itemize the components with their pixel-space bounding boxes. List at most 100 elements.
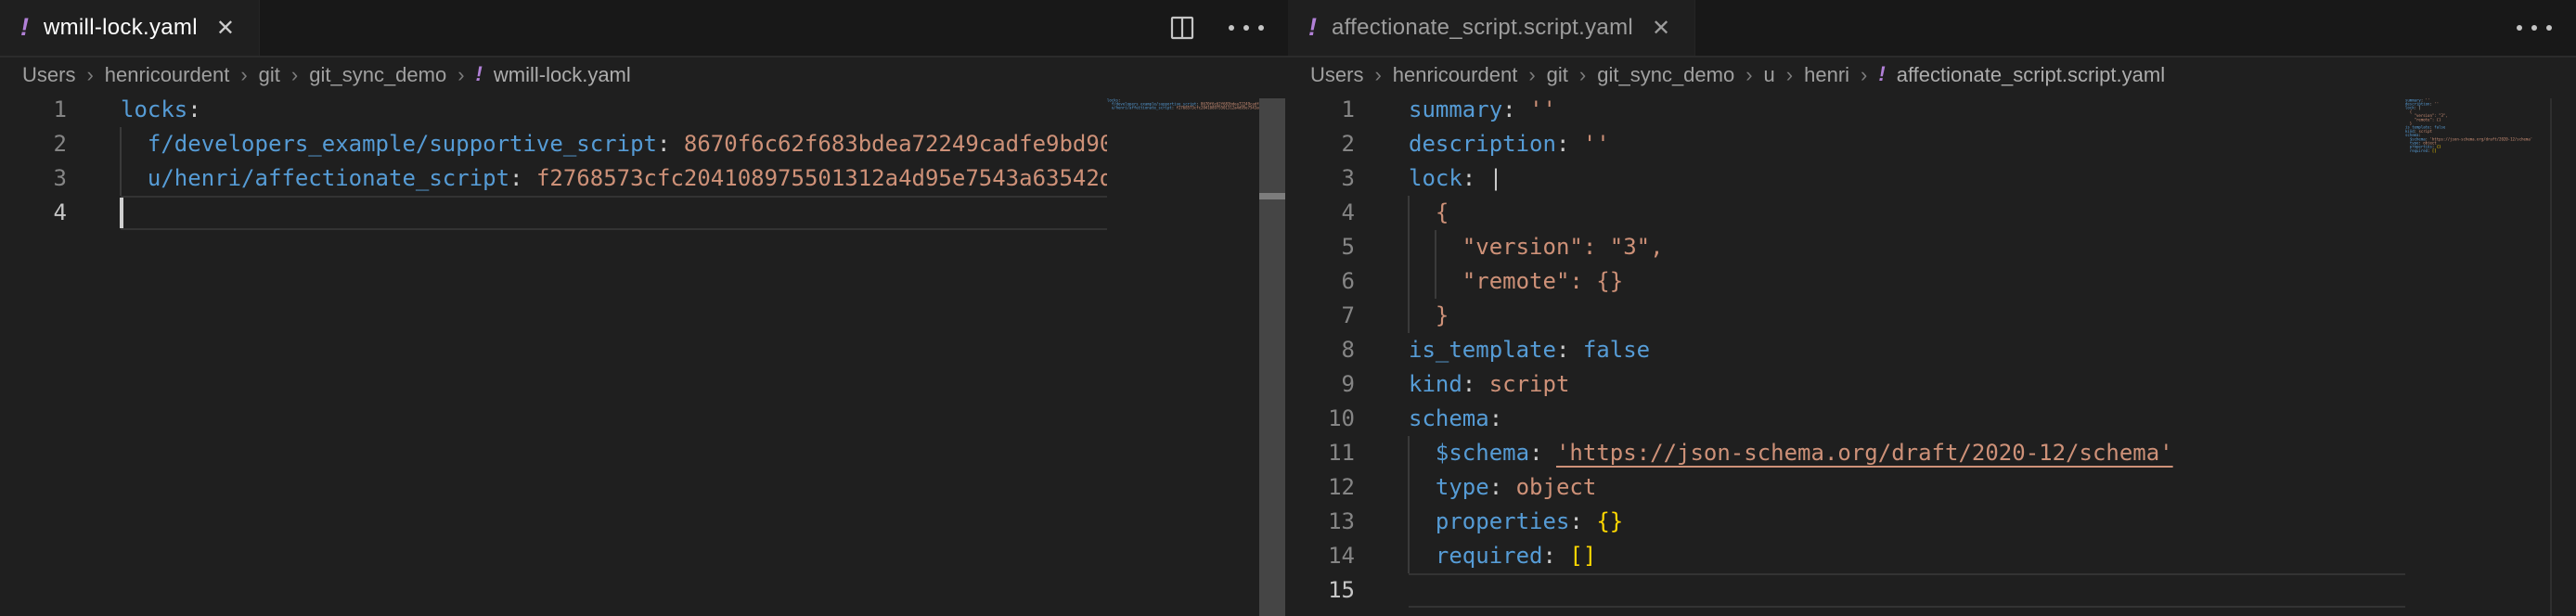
code-token: :	[1556, 131, 1569, 157]
scrollbar[interactable]	[1259, 98, 1285, 616]
code-token: :	[657, 131, 670, 157]
scrollbar-handle[interactable]	[1259, 193, 1285, 199]
line-number[interactable]: 1	[1288, 93, 1355, 127]
editor-group-right: ! affectionate_script.script.yaml ✕ User…	[1288, 0, 2576, 616]
editor-right[interactable]: summary: ''description: ''lock: | { "ver…	[1288, 93, 2576, 616]
breadcrumb-separator: ›	[457, 63, 464, 87]
line-number[interactable]: 15	[1288, 573, 1355, 608]
tab-wmill-lock[interactable]: ! wmill-lock.yaml ✕	[0, 0, 260, 56]
breadcrumb-file[interactable]: wmill-lock.yaml	[494, 63, 631, 87]
code-token: |	[1489, 165, 1502, 191]
code-line[interactable]: required: []	[1409, 539, 1596, 573]
code-line[interactable]: summary: ''	[1409, 93, 1556, 127]
line-number[interactable]: 3	[1288, 161, 1355, 196]
split-editor-icon[interactable]	[1167, 13, 1197, 43]
code-token: "version": "3",	[1409, 234, 1664, 260]
line-number[interactable]: 2	[1288, 127, 1355, 161]
code-token: :	[509, 165, 522, 191]
line-number[interactable]: 5	[1288, 230, 1355, 264]
code-token: $schema	[1436, 440, 1529, 466]
editor-left[interactable]: locks: f/developers_example/supportive_s…	[0, 93, 1288, 616]
code-token	[1556, 543, 1569, 569]
minimap-line	[1107, 110, 1259, 114]
breadcrumb-item[interactable]: Users	[22, 63, 75, 87]
code-line[interactable]: locks:	[121, 93, 201, 127]
minimap-token: f2768573cfc204108975501312a4d95e7543a635…	[1177, 106, 1259, 110]
code-token: u/henri/affectionate_script	[148, 165, 509, 191]
code-token	[121, 131, 148, 157]
code-line[interactable]: $schema: 'https://json-schema.org/draft/…	[1409, 436, 2173, 470]
line-number[interactable]: 9	[1288, 367, 1355, 402]
code-token: :	[1556, 337, 1569, 363]
code-line[interactable]: kind: script	[1409, 367, 1569, 402]
code-token: script	[1489, 371, 1570, 397]
code-token: "remote": {}	[1409, 268, 1623, 294]
line-number[interactable]: 13	[1288, 505, 1355, 539]
code-line[interactable]: type: object	[1409, 470, 1596, 505]
code-line[interactable]: properties: {}	[1409, 505, 1623, 539]
breadcrumb-item[interactable]: henricourdent	[1393, 63, 1518, 87]
minimap[interactable]: summary: ''description: ''lock: | { "ver…	[2405, 98, 2550, 616]
code-line[interactable]: u/henri/affectionate_script: f2768573cfc…	[121, 161, 1107, 196]
code-token	[1409, 440, 1436, 466]
line-number[interactable]: 14	[1288, 539, 1355, 573]
line-number[interactable]: 4	[0, 196, 67, 230]
breadcrumb-separator: ›	[291, 63, 298, 87]
code-token: 8670f6c62f683bdea72249cadfe9bd90	[684, 131, 1107, 157]
line-number[interactable]: 7	[1288, 299, 1355, 333]
code-token	[121, 165, 148, 191]
code-line[interactable]: description: ''	[1409, 127, 1610, 161]
code-token	[1475, 371, 1488, 397]
breadcrumb-item[interactable]: git	[259, 63, 280, 87]
minimap[interactable]: locks: f/developers_example/supportive_s…	[1107, 98, 1259, 616]
more-actions-icon[interactable]	[1229, 25, 1264, 31]
minimap-token: ''	[2434, 102, 2439, 107]
breadcrumb-item[interactable]: git	[1547, 63, 1568, 87]
code-token: []	[1569, 543, 1596, 569]
yaml-file-icon: !	[1308, 15, 1317, 40]
code-token	[1475, 165, 1488, 191]
line-number[interactable]: 11	[1288, 436, 1355, 470]
code-token: f2768573cfc204108975501312a4d95e7543a635…	[536, 165, 1107, 191]
breadcrumb-item[interactable]: git_sync_demo	[1597, 63, 1734, 87]
code-token: :	[1529, 440, 1542, 466]
line-number[interactable]: 3	[0, 161, 67, 196]
line-number[interactable]: 12	[1288, 470, 1355, 505]
close-icon[interactable]: ✕	[213, 13, 238, 44]
tab-affectionate-script[interactable]: ! affectionate_script.script.yaml ✕	[1288, 0, 1695, 56]
breadcrumb-item[interactable]: henricourdent	[105, 63, 230, 87]
line-number[interactable]: 1	[0, 93, 67, 127]
breadcrumb-item[interactable]: henri	[1804, 63, 1849, 87]
text-cursor	[120, 198, 123, 228]
code-token: ''	[1529, 96, 1556, 122]
code-line[interactable]: "version": "3",	[1409, 230, 1664, 264]
line-number[interactable]: 8	[1288, 333, 1355, 367]
breadcrumb: Users›henricourdent›git›git_sync_demo›!w…	[0, 58, 1288, 93]
code-token	[1502, 474, 1515, 500]
breadcrumb-separator: ›	[1374, 63, 1381, 87]
code-line[interactable]: {	[1409, 196, 1449, 230]
breadcrumb-file[interactable]: affectionate_script.script.yaml	[1897, 63, 2165, 87]
breadcrumb-item[interactable]: Users	[1310, 63, 1363, 87]
close-icon[interactable]: ✕	[1648, 13, 1674, 44]
code-token: false	[1583, 337, 1650, 363]
line-number[interactable]: 2	[0, 127, 67, 161]
code-line[interactable]: f/developers_example/supportive_script: …	[121, 127, 1107, 161]
code-token: kind	[1409, 371, 1462, 397]
tab-label: wmill-lock.yaml	[44, 15, 198, 41]
code-line[interactable]: }	[1409, 299, 1449, 333]
more-actions-icon[interactable]	[2517, 25, 2552, 31]
tab-bar: ! affectionate_script.script.yaml ✕	[1288, 0, 2576, 58]
breadcrumb-item[interactable]: git_sync_demo	[309, 63, 446, 87]
line-number[interactable]: 6	[1288, 264, 1355, 299]
code-line[interactable]: schema:	[1409, 402, 1502, 436]
line-number[interactable]: 4	[1288, 196, 1355, 230]
code-line[interactable]: "remote": {}	[1409, 264, 1623, 299]
code-token: :	[1569, 508, 1582, 534]
breadcrumb-item[interactable]: u	[1764, 63, 1775, 87]
code-line[interactable]: lock: |	[1409, 161, 1502, 196]
line-number[interactable]: 10	[1288, 402, 1355, 436]
code-token	[1516, 96, 1529, 122]
current-line-highlight	[121, 196, 1107, 230]
code-line[interactable]: is_template: false	[1409, 333, 1650, 367]
